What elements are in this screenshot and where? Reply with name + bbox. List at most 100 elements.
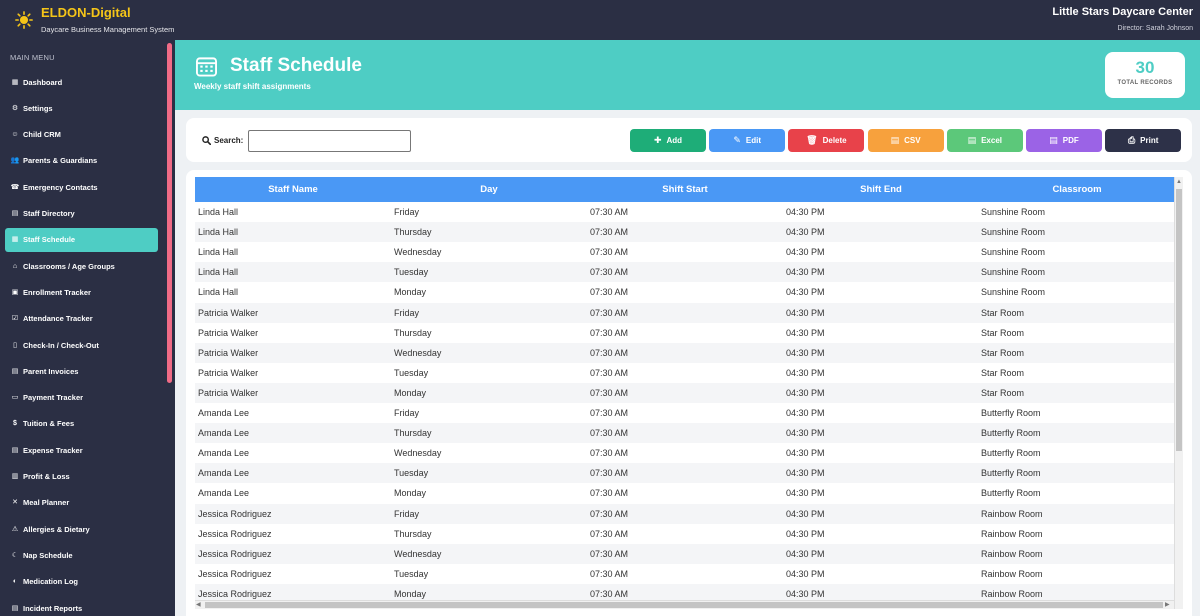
table-cell: Butterfly Room [981, 488, 1041, 499]
table-row[interactable]: Linda Hall Monday 07:30 AM 04:30 PM Sunshine… [195, 282, 1174, 302]
sidebar-item-tuition-fees[interactable]: $ Tuition & Fees [5, 412, 158, 436]
table-cell: Wednesday [394, 247, 442, 258]
table-row[interactable]: Amanda Lee Friday 07:30 AM 04:30 PM Butterfl… [195, 403, 1174, 423]
table-row[interactable]: Patricia Walker Thursday 07:30 AM 04:30 PM S… [195, 323, 1174, 343]
table-cell: Friday [394, 408, 420, 418]
sidebar-item-allergies-dietary[interactable]: ⚠ Allergies & Dietary [5, 517, 158, 541]
column-header-shift-end[interactable]: Shift End [783, 177, 979, 202]
table-row[interactable]: Patricia Walker Wednesday 07:30 AM 04:30 PM… [195, 342, 1174, 363]
sidebar-item-classrooms-age-groups[interactable]: ⌂ Classrooms / Age Groups [5, 254, 158, 278]
table-row[interactable]: Jessica Rodriguez Tuesday 07:30 AM 04:30 PM… [195, 564, 1174, 584]
table-cell: Star Room [981, 307, 1025, 318]
column-header-staff-name[interactable]: Staff Name [195, 177, 391, 202]
add-button[interactable]: ✚ Add [630, 129, 706, 152]
menu-heading: MAIN MENU [10, 53, 55, 62]
excel-button[interactable]: ▤ Excel [946, 129, 1023, 152]
gear-icon: ⚙ [11, 104, 19, 112]
table-row[interactable]: Linda Hall Friday 07:30 AM 04:30 PM Sunshine… [195, 202, 1174, 222]
table-cell: 04:30 PM [786, 468, 825, 479]
sidebar-item-payment-tracker[interactable]: ▭ Payment Tracker [5, 386, 158, 410]
sidebar-item-label: Classrooms / Age Groups [23, 261, 115, 271]
table-cell: 04:30 PM [786, 448, 825, 459]
plus-icon: ✚ [653, 135, 662, 145]
table-row[interactable]: Amanda Lee Thursday 07:30 AM 04:30 PM Butter… [195, 423, 1174, 444]
table-row[interactable]: Patricia Walker Friday 07:30 AM 04:30 PM Sta… [195, 302, 1174, 323]
table-row[interactable]: Patricia Walker Monday 07:30 AM 04:30 PM Sta… [195, 382, 1174, 403]
table-cell: 04:30 PM [786, 568, 825, 579]
table-row[interactable]: Jessica Rodriguez Wednesday 07:30 AM 04:30 … [195, 543, 1174, 564]
sidebar-item-child-crm[interactable]: ☺ Child CRM [5, 123, 158, 147]
column-header-shift-start[interactable]: Shift Start [587, 177, 783, 202]
print-button[interactable]: ⎙ Print [1105, 129, 1182, 152]
column-header-day[interactable]: Day [391, 177, 587, 202]
sidebar-item-enrollment-tracker[interactable]: ▣ Enrollment Tracker [5, 280, 158, 304]
table-cell: 04:30 PM [786, 548, 825, 559]
file-csv-icon: ▤ [890, 135, 900, 145]
invoice-icon: ▤ [11, 367, 19, 375]
sidebar-item-incident-reports[interactable]: ▤ Incident Reports [5, 596, 158, 616]
sun-logo-icon [15, 11, 33, 29]
trash-icon: 🗑 [806, 135, 818, 145]
button-label: Print [1140, 136, 1159, 145]
sidebar-item-staff-schedule[interactable]: ▦ Staff Schedule [5, 227, 158, 252]
sidebar-item-meal-planner[interactable]: ✕ Meal Planner [5, 491, 158, 515]
table-row[interactable]: Jessica Rodriguez Friday 07:30 AM 04:30 PM R… [195, 503, 1174, 524]
sidebar-item-staff-directory[interactable]: ▤ Staff Directory [5, 202, 158, 226]
sidebar-item-parents-guardians[interactable]: 👥 Parents & Guardians [5, 149, 158, 173]
sidebar-item-parent-invoices[interactable]: ▤ Parent Invoices [5, 359, 158, 383]
table-row[interactable]: Patricia Walker Tuesday 07:30 AM 04:30 PM St… [195, 363, 1174, 383]
horizontal-scroll-thumb[interactable] [205, 602, 1163, 608]
delete-button[interactable]: 🗑 Delete [788, 129, 865, 152]
table-row[interactable]: Jessica Rodriguez Thursday 07:30 AM 04:30 P… [195, 524, 1174, 544]
button-label: Excel [981, 136, 1002, 145]
file-pdf-icon: ▤ [1049, 135, 1058, 145]
sidebar-item-nap-schedule[interactable]: ☾ Nap Schedule [5, 543, 158, 567]
vertical-scrollbar[interactable]: ▲ [1174, 177, 1183, 609]
table-row[interactable]: Amanda Lee Wednesday 07:30 AM 04:30 PM Butte… [195, 443, 1174, 463]
sidebar-item-emergency-contacts[interactable]: ☎ Emergency Contacts [5, 175, 158, 199]
column-header-classroom[interactable]: Classroom [979, 177, 1175, 202]
record-count-label: TOTAL RECORDS [1117, 80, 1173, 86]
table-row[interactable]: Amanda Lee Tuesday 07:30 AM 04:30 PM Butterf… [195, 463, 1174, 484]
horizontal-scrollbar[interactable]: ◀ ▶ [195, 600, 1174, 609]
sidebar-item-label: Tuition & Fees [23, 419, 75, 429]
table-row[interactable]: Amanda Lee Monday 07:30 AM 04:30 PM Butterfl… [195, 483, 1174, 503]
csv-button[interactable]: ▤ CSV [867, 129, 944, 152]
scroll-up-arrow-icon[interactable]: ▲ [1176, 178, 1182, 186]
table-cell: 07:30 AM [590, 448, 629, 459]
vertical-scroll-thumb[interactable] [1176, 189, 1182, 451]
table-cell: Monday [394, 488, 427, 499]
schedule-table-card: Staff Name Day Shift Start Shift End Classro… [186, 170, 1192, 616]
scroll-left-arrow-icon[interactable]: ◀ [196, 601, 201, 609]
table-cell: Linda Hall [198, 227, 239, 238]
edit-button[interactable]: ✎ Edit [709, 129, 786, 152]
phone-icon: ☎ [10, 183, 20, 191]
sidebar-item-attendance-tracker[interactable]: ☑ Attendance Tracker [5, 307, 158, 331]
table-cell: 04:30 PM [786, 528, 825, 539]
sidebar-item-label: Medication Log [23, 577, 78, 587]
sidebar-item-label: Check-In / Check-Out [23, 340, 99, 350]
table-cell: Jessica Rodriguez [198, 548, 272, 559]
scroll-right-arrow-icon[interactable]: ▶ [1165, 601, 1170, 609]
sidebar-item-expense-tracker[interactable]: ▤ Expense Tracker [5, 438, 158, 462]
sidebar-item-medication-log[interactable]: ◐ Medication Log [5, 570, 158, 594]
table-row[interactable]: Linda Hall Wednesday 07:30 AM 04:30 PM Sunsh… [195, 242, 1174, 262]
sidebar-item-label: Profit & Loss [23, 472, 70, 481]
pdf-button[interactable]: ▤ PDF [1026, 129, 1102, 152]
table-cell: Rainbow Room [981, 568, 1043, 579]
sidebar-item-label: Attendance Tracker [23, 314, 93, 324]
table-cell: Patricia Walker [198, 367, 259, 378]
sidebar-item-settings[interactable]: ⚙ Settings [5, 96, 158, 120]
search-input[interactable] [248, 130, 411, 152]
pill-icon: ◐ [12, 578, 18, 586]
sidebar-item-label: Settings [23, 103, 53, 113]
table-row[interactable]: Linda Hall Thursday 07:30 AM 04:30 PM Sunshi… [195, 222, 1174, 243]
table-cell: Sunshine Room [981, 247, 1046, 258]
table-row[interactable]: Linda Hall Tuesday 07:30 AM 04:30 PM Sunshin… [195, 262, 1174, 283]
table-cell: 04:30 PM [786, 227, 825, 238]
sidebar-scrollbar[interactable] [167, 43, 172, 383]
sidebar-item-check-in-check-out[interactable]: ▯ Check-In / Check-Out [5, 333, 158, 357]
sidebar-item-profit-loss[interactable]: ▥ Profit & Loss [5, 465, 158, 489]
sidebar-item-dashboard[interactable]: ▦ Dashboard [5, 70, 158, 94]
table-header: Staff Name Day Shift Start Shift End Classro… [195, 177, 1174, 202]
